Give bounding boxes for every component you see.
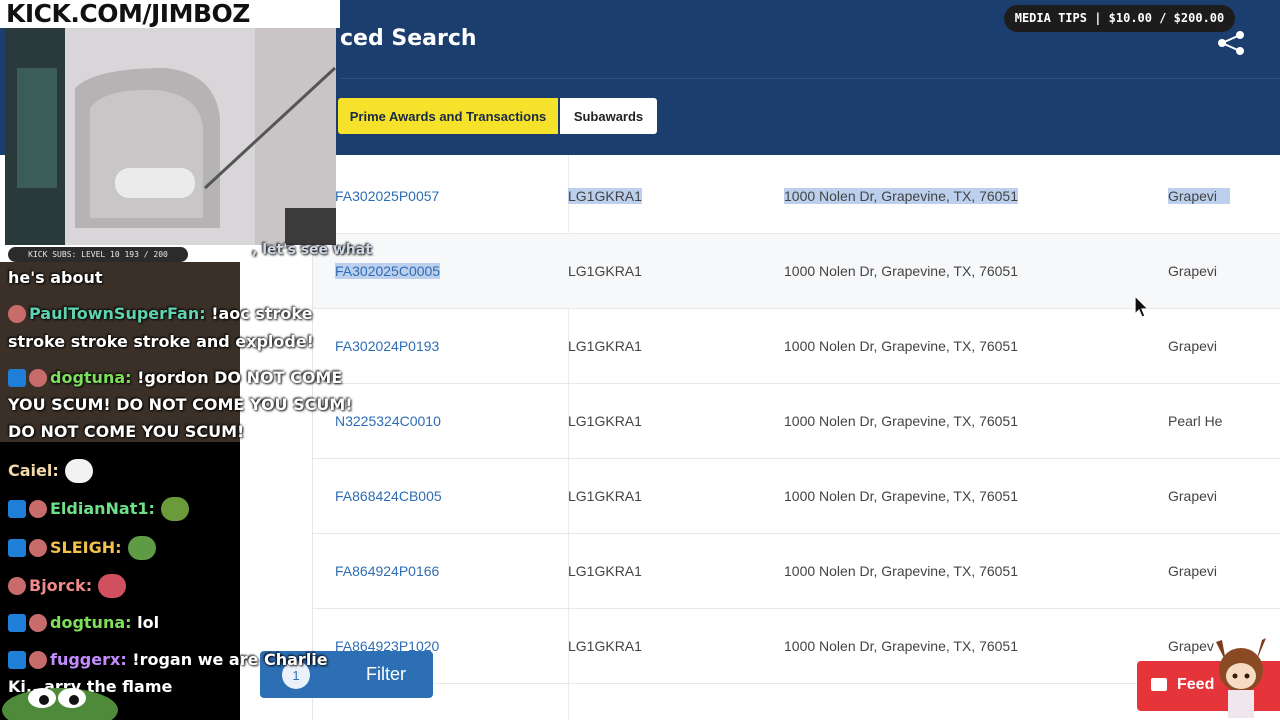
- chat-message: dogtuna: !gordon DO NOT COME: [8, 364, 342, 391]
- uei-cell: LG1GKRA1: [568, 263, 642, 279]
- uei-cell: LG1GKRA1: [568, 413, 642, 429]
- chat-message-cont: stroke stroke stroke and explode!: [8, 332, 314, 351]
- chat-username: EldianNat1:: [50, 499, 155, 518]
- award-id-link[interactable]: FA302025C0005: [335, 263, 441, 279]
- tab-prime-awards[interactable]: Prime Awards and Transactions: [338, 98, 558, 134]
- chat-text: !aoc stroke: [211, 304, 313, 323]
- pepe-emote-icon: [2, 688, 118, 720]
- address-cell: 1000 Nolen Dr, Grapevine, TX, 76051: [784, 413, 1019, 429]
- mouse-cursor-icon: [1134, 295, 1150, 318]
- chat-username: Bjorck:: [29, 576, 93, 595]
- user-badge-icon: [29, 368, 47, 387]
- uei-cell: LG1GKRA1: [568, 488, 642, 504]
- chat-message-cont: DO NOT COME YOU SCUM!: [8, 422, 245, 441]
- user-badge-icon: [29, 499, 47, 518]
- user-badge-icon: [8, 576, 26, 595]
- table-row[interactable]: FA302025P0057 LG1GKRA1 1000 Nolen Dr, Gr…: [313, 159, 1280, 234]
- city-cell: Grapevi: [1168, 563, 1218, 579]
- table-row[interactable]: FA864924P0166 LG1GKRA1 1000 Nolen Dr, Gr…: [313, 534, 1280, 609]
- chat-bubble-icon: [1151, 678, 1167, 691]
- user-badge-icon: [29, 613, 47, 632]
- chat-username: fuggerx:: [50, 650, 127, 669]
- city-cell: Grapevi: [1168, 338, 1218, 354]
- chat-message-cont: YOU SCUM! DO NOT COME YOU SCUM!: [8, 395, 353, 414]
- city-cell: Pearl He: [1168, 413, 1223, 429]
- address-cell: 1000 Nolen Dr, Grapevine, TX, 76051: [784, 188, 1019, 204]
- user-badge-icon: [29, 650, 47, 669]
- address-cell: 1000 Nolen Dr, Grapevine, TX, 76051: [784, 638, 1019, 654]
- uei-cell: LG1GKRA1: [568, 638, 642, 654]
- chat-message: fuggerx: !rogan we are Charlie: [8, 646, 328, 673]
- emote-icon: [64, 458, 93, 483]
- city-cell: Grapevi: [1168, 263, 1218, 279]
- address-cell: 1000 Nolen Dr, Grapevine, TX, 76051: [784, 338, 1019, 354]
- chat-message: EldianNat1:: [8, 495, 189, 522]
- emote-icon: [98, 573, 127, 598]
- address-cell: 1000 Nolen Dr, Grapevine, TX, 76051: [784, 563, 1019, 579]
- sub-badge-icon: [8, 538, 26, 557]
- table-row[interactable]: FA868424CB005 LG1GKRA1 1000 Nolen Dr, Gr…: [313, 459, 1280, 534]
- webcam-scene: [5, 28, 336, 245]
- media-tips-badge: MEDIA TIPS | $10.00 / $200.00: [1004, 5, 1235, 32]
- chat-message: dogtuna: lol: [8, 609, 159, 636]
- chat-message-partial: , let's see what: [252, 242, 372, 258]
- table-row[interactable]: FA864923P1020 LG1GKRA1 1000 Nolen Dr, Gr…: [313, 609, 1280, 684]
- chat-text: lol: [137, 613, 160, 632]
- share-icon[interactable]: [1214, 30, 1248, 56]
- webcam-feed: [5, 28, 336, 245]
- emote-icon: [160, 496, 189, 521]
- award-id-link[interactable]: FA868424CB005: [335, 488, 442, 504]
- chat-message: Bjorck:: [8, 572, 127, 599]
- sub-badge-icon: [8, 650, 26, 669]
- chat-message: SLEIGH:: [8, 534, 156, 561]
- results-table: FA302025P0057 LG1GKRA1 1000 Nolen Dr, Gr…: [312, 155, 1280, 720]
- award-id-link[interactable]: FA864924P0166: [335, 563, 439, 579]
- table-row[interactable]: FA302024P0193 LG1GKRA1 1000 Nolen Dr, Gr…: [313, 309, 1280, 384]
- award-id-link[interactable]: FA302024P0193: [335, 338, 439, 354]
- channel-title: KICK.COM/JIMBOZ: [0, 0, 340, 28]
- filter-label: Filter: [366, 664, 406, 684]
- table-row[interactable]: N3225324C0010 LG1GKRA1 1000 Nolen Dr, Gr…: [313, 384, 1280, 459]
- chat-message: he's about: [8, 268, 103, 287]
- uei-cell: LG1GKRA1: [568, 563, 642, 579]
- uei-cell: LG1GKRA1: [568, 188, 642, 204]
- uei-cell: LG1GKRA1: [568, 338, 642, 354]
- city-cell: Grapevi: [1168, 188, 1230, 204]
- subs-progress: KICK SUBS: LEVEL 10 193 / 200: [8, 247, 188, 262]
- chat-username: PaulTownSuperFan:: [29, 304, 206, 323]
- user-badge-icon: [8, 304, 26, 323]
- chat-message: Caiel:: [8, 457, 93, 484]
- mascot-icon: [1216, 638, 1266, 718]
- user-badge-icon: [29, 538, 47, 557]
- award-id-link[interactable]: FA302025P0057: [335, 188, 439, 204]
- tab-subawards[interactable]: Subawards: [560, 98, 657, 134]
- chat-text: !gordon DO NOT COME: [137, 368, 343, 387]
- chat-message: PaulTownSuperFan: !aoc stroke: [8, 300, 312, 327]
- chat-username: Caiel:: [8, 461, 59, 480]
- sub-badge-icon: [8, 368, 26, 387]
- chat-username: SLEIGH:: [50, 538, 122, 557]
- page-title: ced Search: [340, 26, 477, 51]
- address-cell: 1000 Nolen Dr, Grapevine, TX, 76051: [784, 488, 1019, 504]
- chat-username: dogtuna:: [50, 613, 132, 632]
- chat-text: !rogan we are Charlie: [132, 650, 328, 669]
- chat-username: dogtuna:: [50, 368, 132, 387]
- sub-badge-icon: [8, 499, 26, 518]
- header-divider: [340, 78, 1280, 79]
- city-cell: Grapevi: [1168, 488, 1218, 504]
- sub-badge-icon: [8, 613, 26, 632]
- address-cell: 1000 Nolen Dr, Grapevine, TX, 76051: [784, 263, 1019, 279]
- emote-icon: [127, 535, 156, 560]
